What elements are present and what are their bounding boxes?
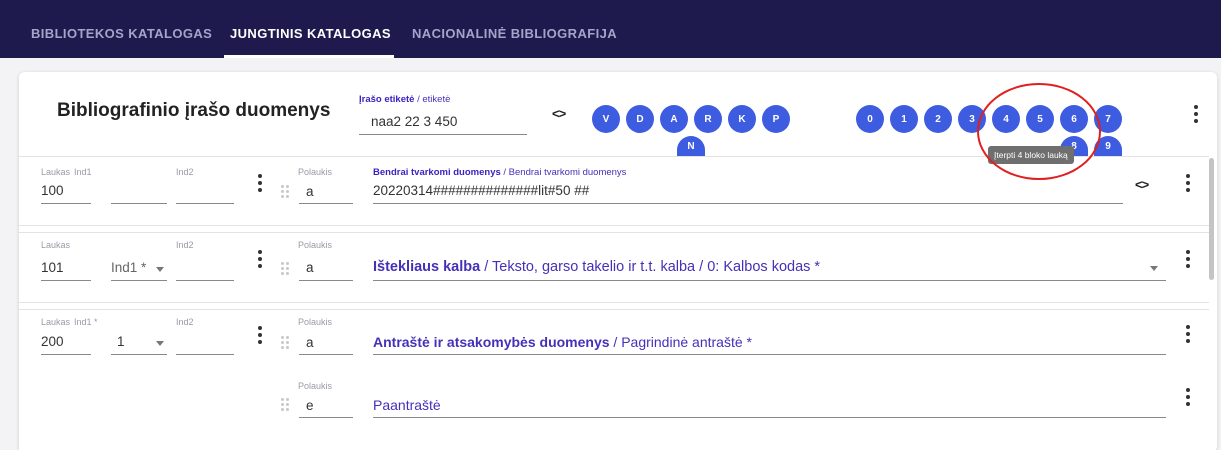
block-button-r[interactable]: R (694, 105, 722, 133)
block-button-a[interactable]: A (660, 105, 688, 133)
tab-bibliotekos-katalogas[interactable]: BIBLIOTEKOS KATALOGAS (31, 26, 212, 41)
field-select[interactable]: Ištekliaus kalba / Teksto, garso takelio… (373, 259, 820, 275)
poslaukis-underline (299, 280, 353, 281)
poslaukis-underline (299, 354, 353, 355)
laukas-input[interactable]: 200 (41, 334, 64, 349)
poslaukis-label: Polaukis (298, 381, 333, 391)
poslaukis-label: Polaukis (298, 317, 333, 327)
laukas-label: Laukas (41, 167, 71, 177)
drag-handle-icon[interactable] (281, 398, 291, 412)
block-button-p[interactable]: P (762, 105, 790, 133)
page-title: Bibliografinio įrašo duomenys (57, 100, 331, 121)
laukas-input[interactable]: 101 (41, 260, 64, 275)
tab-nacionaline-bibliografija[interactable]: NACIONALINĖ BIBLIOGRAFIJA (412, 26, 617, 41)
block-button-k[interactable]: K (728, 105, 756, 133)
highlight-annotation (977, 83, 1101, 180)
subfield-label: Paantraštė (373, 397, 441, 413)
chevron-down-icon[interactable] (156, 341, 164, 346)
code-toggle-icon[interactable]: <> (1135, 177, 1149, 192)
field-row-200: Laukas Ind1 * 200 1 Ind2 Polaukis a Antr… (19, 309, 1209, 450)
field-select-underline (373, 280, 1166, 281)
poslaukis-input[interactable]: a (306, 184, 314, 199)
poslaukis-input[interactable]: a (306, 260, 314, 275)
laukas-label: Laukas (41, 240, 71, 250)
poslaukis-input[interactable]: a (306, 335, 314, 350)
ind2-input[interactable] (176, 203, 234, 204)
block-button-d[interactable]: D (626, 105, 654, 133)
ind1-select[interactable]: Ind1 * (111, 260, 146, 275)
subfield-more-icon[interactable] (1185, 388, 1191, 406)
ind2-label: Ind2 (176, 317, 194, 327)
drag-handle-icon[interactable] (281, 336, 291, 350)
poslaukis-input[interactable]: e (306, 398, 314, 413)
scrollbar-thumb[interactable] (1209, 158, 1214, 280)
header-more-icon[interactable] (1193, 105, 1199, 123)
chevron-down-icon[interactable] (156, 267, 164, 272)
field-more-icon[interactable] (257, 250, 263, 268)
poslaukis-underline (299, 417, 353, 418)
record-label-input[interactable]: naa2 22 3 450 (371, 114, 457, 129)
laukas-label: Laukas (41, 317, 71, 327)
drag-handle-icon[interactable] (281, 262, 291, 276)
ind2-label: Ind2 (176, 167, 194, 177)
chevron-down-icon[interactable] (1150, 266, 1158, 271)
drag-handle-icon[interactable] (281, 185, 291, 199)
subfield-input[interactable] (373, 417, 1166, 418)
field-more-icon[interactable] (257, 326, 263, 344)
laukas-underline (41, 354, 91, 355)
record-label-caption: Įrašo etiketė / etiketė (359, 94, 451, 105)
subfield-more-icon[interactable] (1185, 325, 1191, 343)
ind2-label: Ind2 (176, 240, 194, 250)
ind1-label: Ind1 * (74, 317, 98, 327)
tab-jungtinis-katalogas[interactable]: JUNGTINIS KATALOGAS (230, 26, 391, 41)
ind1-underline (111, 354, 167, 355)
ind1-select[interactable]: 1 (117, 334, 125, 349)
poslaukis-label: Polaukis (298, 167, 333, 177)
block-button-n[interactable]: N (677, 136, 705, 156)
ind1-input[interactable] (111, 203, 167, 204)
block-button-v[interactable]: V (592, 105, 620, 133)
subfield-label: Antraštė ir atsakomybės duomenys / Pagri… (373, 334, 752, 350)
ind2-input[interactable] (176, 280, 234, 281)
block-button-1[interactable]: 1 (890, 105, 918, 133)
block-button-2[interactable]: 2 (924, 105, 952, 133)
laukas-underline (41, 280, 91, 281)
subfield-more-icon[interactable] (1185, 250, 1191, 268)
top-navigation: BIBLIOTEKOS KATALOGAS JUNGTINIS KATALOGA… (0, 0, 1221, 58)
field-row-101: Laukas 101 Ind1 * Ind2 Polaukis a Ištekl… (19, 232, 1209, 303)
block-button-0[interactable]: 0 (856, 105, 884, 133)
laukas-underline (41, 203, 91, 204)
ind1-label: Ind1 (74, 167, 92, 177)
code-toggle-icon[interactable]: <> (552, 106, 566, 121)
ind2-input[interactable] (176, 354, 234, 355)
field-description: Bendrai tvarkomi duomenys / Bendrai tvar… (373, 167, 627, 178)
field-value-underline (373, 203, 1123, 204)
active-tab-indicator (224, 55, 394, 58)
subfield-more-icon[interactable] (1185, 174, 1191, 192)
laukas-input[interactable]: 100 (41, 183, 64, 198)
subfield-input[interactable] (373, 354, 1166, 355)
ind1-underline (111, 280, 167, 281)
field-more-icon[interactable] (257, 174, 263, 192)
field-value-input[interactable]: 20220314##############lit#50 ## (373, 183, 589, 198)
record-label-underline (359, 134, 527, 135)
poslaukis-label: Polaukis (298, 240, 333, 250)
poslaukis-underline (299, 203, 353, 204)
